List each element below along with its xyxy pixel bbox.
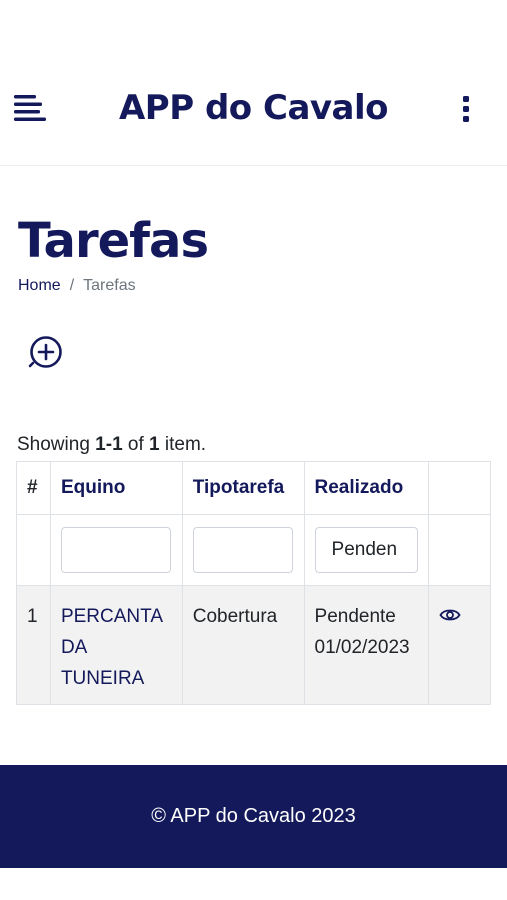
filter-cell-empty [428, 514, 491, 586]
grid-summary: Showing 1-1 of 1 item. [17, 434, 206, 456]
breadcrumb-home-link[interactable]: Home [18, 277, 61, 294]
app-header: APP do Cavalo [0, 55, 507, 166]
row-equino-cell: PERCANTA DA TUNEIRA [49, 585, 183, 705]
column-header-realizado[interactable]: Realizado [303, 461, 430, 515]
realizado-filter-input[interactable] [314, 527, 418, 573]
tipotarefa-filter-input[interactable] [192, 527, 293, 573]
table-filter-row [16, 514, 491, 586]
row-actions [428, 585, 491, 705]
equino-link-line: PERCANTA [60, 606, 163, 627]
summary-suffix: item. [159, 434, 207, 455]
footer: © APP do Cavalo 2023 [0, 765, 507, 868]
equino-link-line: DA [60, 637, 88, 658]
filter-cell-equino [49, 514, 183, 586]
table-header-row: # Equino Tipotarefa Realizado [16, 461, 491, 515]
filter-cell-tipotarefa [181, 514, 305, 586]
app-title: APP do Cavalo [118, 88, 389, 128]
summary-range: 1-1 [95, 434, 123, 455]
row-tipotarefa: Cobertura [181, 585, 305, 705]
equino-link-line: TUNEIRA [60, 668, 145, 689]
page-title: Tarefas [18, 213, 209, 269]
tasks-table: # Equino Tipotarefa Realizado 1 PERCANTA… [16, 461, 491, 705]
realizado-date: 01/02/2023 [314, 637, 410, 658]
summary-total: 1 [149, 434, 160, 455]
summary-middle: of [122, 434, 150, 455]
table-row: 1 PERCANTA DA TUNEIRA Cobertura Pendente 01… [16, 585, 491, 705]
eye-icon[interactable] [439, 607, 461, 623]
column-header-equino[interactable]: Equino [49, 461, 183, 515]
add-task-icon[interactable] [27, 333, 65, 371]
more-options-icon[interactable] [455, 95, 477, 123]
realizado-status: Pendente [314, 606, 396, 627]
row-number: 1 [16, 585, 51, 705]
breadcrumb-separator: / [69, 277, 75, 294]
column-header-actions [428, 461, 491, 515]
summary-prefix: Showing [17, 434, 96, 455]
filter-cell-realizado [303, 514, 430, 586]
breadcrumb-current: Tarefas [83, 277, 136, 294]
equino-filter-input[interactable] [60, 527, 171, 573]
filter-cell-empty [16, 514, 51, 586]
column-header-number: # [16, 461, 51, 515]
column-header-tipotarefa[interactable]: Tipotarefa [181, 461, 305, 515]
equino-link[interactable]: PERCANTA DA TUNEIRA [61, 606, 163, 689]
breadcrumb: Home / Tarefas [18, 277, 136, 295]
row-realizado-cell: Pendente 01/02/2023 [303, 585, 430, 705]
